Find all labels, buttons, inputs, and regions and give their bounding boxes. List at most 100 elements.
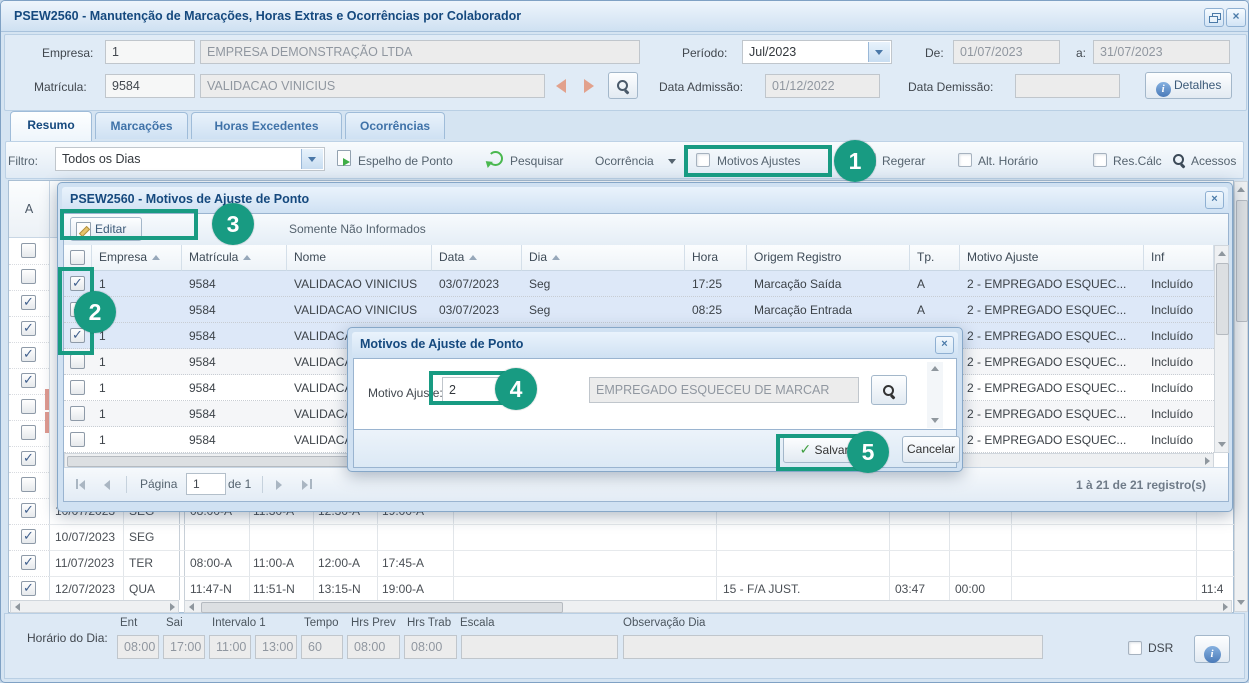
col-hrs-trab: Hrs Trab: [407, 617, 451, 629]
acessos-button[interactable]: Acessos: [1191, 154, 1236, 168]
dsr-checkbox[interactable]: [1128, 641, 1142, 655]
day-info-button[interactable]: i: [1194, 635, 1230, 663]
horario-do-dia-label: Horário do Dia:: [27, 631, 108, 645]
page-number-input[interactable]: 1: [186, 473, 226, 495]
day-checkbox[interactable]: [21, 581, 36, 596]
scrollbar-horizontal-left[interactable]: [10, 600, 179, 613]
main-grid-row[interactable]: 10/07/2023 SEG: [49, 524, 1234, 551]
column-header-tp[interactable]: Tp.: [910, 245, 960, 271]
column-a-header[interactable]: A: [9, 181, 50, 237]
motivo-ajuste-dialog-titlebar: Motivos de Ajuste de Ponto ×: [352, 332, 958, 358]
empresa-name-field: EMPRESA DEMONSTRAÇÃO LTDA: [200, 40, 640, 64]
cell-tp: A: [917, 297, 957, 323]
cell-empresa: 1: [99, 427, 179, 453]
cell-t4: 19:00-A: [382, 576, 424, 600]
day-checkbox[interactable]: [21, 347, 36, 362]
tab-ocorrencias[interactable]: Ocorrências: [345, 112, 445, 139]
row-checkbox[interactable]: [70, 406, 85, 421]
cell-t3: 12:00-A: [318, 550, 360, 576]
search-motivo-button[interactable]: [871, 375, 907, 405]
res-calc-checkbox[interactable]: [1093, 153, 1107, 167]
motivos-grid-row[interactable]: 19584VALIDACAO VINICIUS03/07/2023Seg08:2…: [64, 297, 1214, 323]
espelho-de-ponto-button[interactable]: Espelho de Ponto: [358, 154, 453, 168]
day-checkbox[interactable]: [21, 399, 36, 414]
dialog-scrollbar[interactable]: [927, 362, 943, 428]
column-header-motivo[interactable]: Motivo Ajuste: [960, 245, 1144, 271]
close-icon[interactable]: ×: [935, 336, 954, 354]
last-page-icon[interactable]: [310, 479, 312, 489]
modal-scrollbar-vertical[interactable]: [1214, 245, 1229, 453]
main-grid-row[interactable]: 11/07/2023TER08:00-A11:00-A12:00-A17:45-…: [49, 550, 1234, 577]
tab-horas-excedentes[interactable]: Horas Excedentes: [191, 112, 342, 139]
day-row: [9, 420, 49, 447]
day-checkbox[interactable]: [21, 269, 36, 284]
first-page-icon[interactable]: [76, 479, 78, 489]
close-icon[interactable]: ×: [1205, 191, 1224, 209]
column-header-dia[interactable]: Dia: [522, 245, 685, 271]
regerar-label[interactable]: Regerar: [882, 154, 925, 168]
day-checkbox[interactable]: [21, 243, 36, 258]
de-field: 01/07/2023: [953, 40, 1060, 64]
column-header-hora[interactable]: Hora: [685, 245, 747, 271]
cell-empresa: 1: [99, 271, 179, 297]
close-icon[interactable]: ×: [1226, 8, 1246, 27]
scrollbar-horizontal[interactable]: [184, 600, 1232, 613]
cell-motivo: 2 - EMPREGADO ESQUEC...: [967, 271, 1141, 297]
column-header-empresa[interactable]: Empresa: [92, 245, 182, 271]
column-header-origem[interactable]: Origem Registro: [747, 245, 910, 271]
column-header-data[interactable]: Data: [432, 245, 522, 271]
scrollbar-vertical[interactable]: [1234, 181, 1248, 612]
select-all-checkbox[interactable]: [70, 250, 85, 265]
column-header-nome[interactable]: Nome: [287, 245, 432, 271]
day-checkbox[interactable]: [21, 555, 36, 570]
next-page-icon[interactable]: [276, 480, 282, 490]
tab-marcacoes[interactable]: Marcações: [95, 112, 188, 139]
annotation-badge-1: 1: [834, 140, 876, 182]
chevron-down-icon[interactable]: [868, 42, 890, 62]
ocorrencia-menu[interactable]: Ocorrência: [595, 154, 654, 168]
title-bar: PSEW2560 - Manutenção de Marcações, Hora…: [1, 1, 1248, 32]
day-checkbox[interactable]: [21, 373, 36, 388]
row-checkbox[interactable]: [70, 380, 85, 395]
alt-horario-label[interactable]: Alt. Horário: [978, 154, 1038, 168]
pesquisar-icon: [488, 151, 503, 166]
cell-motivo: 2 - EMPREGADO ESQUEC...: [967, 323, 1141, 349]
column-header-inf[interactable]: Inf: [1144, 245, 1214, 271]
tab-resumo[interactable]: Resumo: [10, 111, 92, 141]
filtro-select[interactable]: Todos os Dias: [55, 147, 325, 171]
next-employee-icon[interactable]: [584, 79, 594, 93]
motivos-grid-row[interactable]: 19584VALIDACAO VINICIUS03/07/2023Seg17:2…: [64, 271, 1214, 297]
day-checkbox[interactable]: [21, 321, 36, 336]
res-calc-label[interactable]: Res.Cálc: [1113, 154, 1162, 168]
day-checkbox[interactable]: [21, 529, 36, 544]
alt-horario-checkbox[interactable]: [958, 153, 972, 167]
day-checkbox[interactable]: [21, 477, 36, 492]
day-row: [9, 316, 49, 343]
cancelar-button[interactable]: Cancelar: [902, 436, 960, 463]
day-checkbox[interactable]: [21, 425, 36, 440]
cell-day: SEG: [129, 524, 154, 550]
prev-employee-icon[interactable]: [556, 79, 566, 93]
search-employee-button[interactable]: [608, 72, 638, 99]
cell-date: 10/07/2023: [55, 524, 115, 550]
day-checkbox[interactable]: [21, 295, 36, 310]
prev-page-icon[interactable]: [104, 480, 110, 490]
first-page-icon[interactable]: [79, 480, 85, 490]
pesquisar-button[interactable]: Pesquisar: [510, 154, 563, 168]
somente-nao-informados-label[interactable]: Somente Não Informados: [289, 222, 426, 236]
day-checkbox[interactable]: [21, 503, 36, 518]
row-checkbox[interactable]: [70, 432, 85, 447]
day-checkbox[interactable]: [21, 451, 36, 466]
chevron-down-icon[interactable]: [301, 149, 323, 169]
last-page-icon[interactable]: [302, 480, 308, 490]
records-count: 1 à 21 de 21 registro(s): [1076, 478, 1206, 492]
empresa-code-field[interactable]: 1: [105, 40, 195, 64]
restore-icon[interactable]: [1204, 8, 1224, 27]
day-row: [9, 472, 49, 499]
matricula-code-field[interactable]: 9584: [105, 74, 195, 98]
column-header-matricula[interactable]: Matrícula: [182, 245, 287, 271]
main-grid-row[interactable]: 12/07/2023QUA11:47-N11:51-N13:15-N19:00-…: [49, 576, 1234, 600]
row-checkbox[interactable]: [70, 354, 85, 369]
periodo-select[interactable]: Jul/2023: [742, 40, 892, 64]
detalhes-button[interactable]: i Detalhes: [1145, 72, 1232, 99]
